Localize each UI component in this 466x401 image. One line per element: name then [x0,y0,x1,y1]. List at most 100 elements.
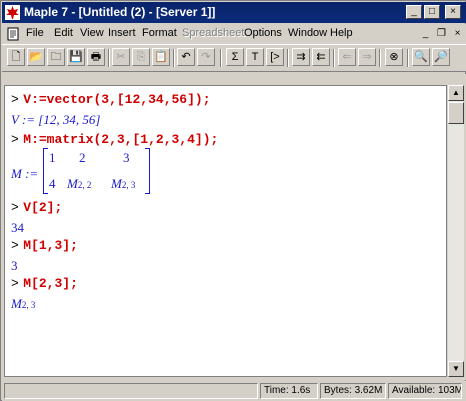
open-file-icon: 📂 [29,51,43,63]
output-value: 3 [11,258,18,273]
copy-icon: ⎘ [136,51,146,63]
new-file-button[interactable]: 🗋 [7,48,25,66]
maximize-button[interactable]: □ [424,5,440,19]
matrix-label: M := [11,166,39,181]
menu-window[interactable]: Window [288,27,327,39]
forward-icon: ⇒ [362,51,372,63]
toolbar-separator [407,49,409,67]
input-line-2[interactable]: > M:=matrix(2,3,[1,2,3,4]); [11,130,218,148]
redo-button[interactable]: ↷ [197,48,215,66]
input-line-3[interactable]: > V[2]; [11,198,62,216]
open-url-button[interactable]: 🗀 [47,48,65,66]
input-line-1[interactable]: > V:=vector(3,[12,34,56]); [11,90,211,108]
menu-format[interactable]: Format [142,27,177,39]
paste-button[interactable]: 📋 [152,48,170,66]
toolbar-separator [287,49,289,67]
open-file-button[interactable]: 📂 [27,48,45,66]
print-icon: 🖶 [90,51,102,63]
menu-spreadsheet: Spreadsheet [182,27,245,39]
input-command[interactable]: V:=vector(3,[12,34,56]); [23,92,210,107]
document-icon[interactable] [7,27,20,41]
menu-help[interactable]: Help [330,27,353,39]
toolbar-separator [220,49,222,67]
title-bar[interactable]: Maple 7 - [Untitled (2) - [Server 1]] _ … [2,2,466,23]
indent-icon: ⇉ [296,51,306,63]
scroll-thumb[interactable] [448,102,464,124]
insert-prompt-button[interactable]: [> [266,48,284,66]
maximize-icon: □ [428,6,436,17]
prompt-icon: [> [270,51,280,63]
paste-icon: 📋 [154,51,168,63]
mdi-minimize-icon[interactable]: _ [418,27,433,41]
matrix-right-bracket [145,148,150,194]
mdi-close-icon[interactable]: × [450,27,465,41]
cut-button[interactable]: ✂ [112,48,130,66]
output-base: M [11,296,22,311]
status-bar: Time: 1.6s Bytes: 3.62M Available: 103M [2,381,466,401]
output-vector: V := [12, 34, 56] [11,112,101,127]
prompt-marker: > [11,276,19,291]
cut-icon: ✂ [116,51,126,63]
indent-button[interactable]: ⇉ [292,48,310,66]
matrix-cell: 4 [49,176,56,191]
close-button[interactable]: × [445,5,461,19]
matrix-cell: 3 [123,150,130,165]
print-button[interactable]: 🖶 [87,48,105,66]
maple-window: Maple 7 - [Untitled (2) - [Server 1]] _ … [0,0,466,401]
output-value: M2, 3 [11,296,35,312]
worksheet[interactable]: > V:=vector(3,[12,34,56]); V := [12, 34,… [4,85,447,377]
zoom-in-icon: 🔍 [414,51,428,63]
minimize-button[interactable]: _ [406,5,422,19]
text-button[interactable]: T [246,48,264,66]
outdent-button[interactable]: ⇇ [312,48,330,66]
save-button[interactable]: 💾 [67,48,85,66]
copy-button[interactable]: ⎘ [132,48,150,66]
zoom-out-button[interactable]: 🔎 [432,48,450,66]
stop-button[interactable]: ⊗ [385,48,403,66]
status-time: Time: 1.6s [260,383,318,399]
output-value: 34 [11,220,24,235]
window-title: Maple 7 - [Untitled (2) - [Server 1]] [24,5,216,19]
input-command[interactable]: M:=matrix(2,3,[1,2,3,4]); [23,132,218,147]
stop-icon: ⊗ [389,51,399,63]
matrix-cell: 2 [79,150,86,165]
prompt-marker: > [11,92,19,107]
menu-insert[interactable]: Insert [108,27,136,39]
status-bytes: Bytes: 3.62M [320,383,386,399]
status-available: Available: 103M [388,383,462,399]
input-command[interactable]: M[2,3]; [23,276,78,291]
input-line-4[interactable]: > M[1,3]; [11,236,78,254]
matrix-cell: 1 [49,150,56,165]
back-button[interactable]: ⇐ [338,48,356,66]
menu-options[interactable]: Options [244,27,282,39]
zoom-out-icon: 🔎 [434,51,448,63]
close-icon: × [450,6,456,17]
mdi-restore-icon[interactable]: ❐ [434,27,449,41]
scroll-up-arrow-icon[interactable]: ▲ [448,85,464,101]
input-command[interactable]: V[2]; [23,200,62,215]
status-message [4,383,258,399]
menu-file[interactable]: File [26,27,44,39]
toolbar-separator [379,49,381,67]
matrix-left-bracket [43,148,48,194]
undo-icon: ↶ [181,51,191,63]
scroll-down-arrow-icon[interactable]: ▼ [448,361,464,377]
input-line-5[interactable]: > M[2,3]; [11,274,78,292]
zoom-in-button[interactable]: 🔍 [412,48,430,66]
back-icon: ⇐ [342,51,352,63]
toolbar-separator [173,49,175,67]
input-command[interactable]: M[1,3]; [23,238,78,253]
prompt-marker: > [11,238,19,253]
text-icon: T [251,51,259,63]
matrix-cell-base: M [67,176,78,191]
sigma-button[interactable]: Σ [226,48,244,66]
matrix-cell: M2, 3 [111,176,135,192]
menu-edit[interactable]: Edit [54,27,73,39]
undo-button[interactable]: ↶ [177,48,195,66]
forward-button[interactable]: ⇒ [358,48,376,66]
prompt-marker: > [11,200,19,215]
menu-bar: File Edit View Insert Format Spreadsheet… [2,24,466,44]
vertical-scrollbar[interactable]: ▲ ▼ [448,85,464,377]
menu-view[interactable]: View [80,27,104,39]
output-subscript: 2, 3 [21,300,36,310]
